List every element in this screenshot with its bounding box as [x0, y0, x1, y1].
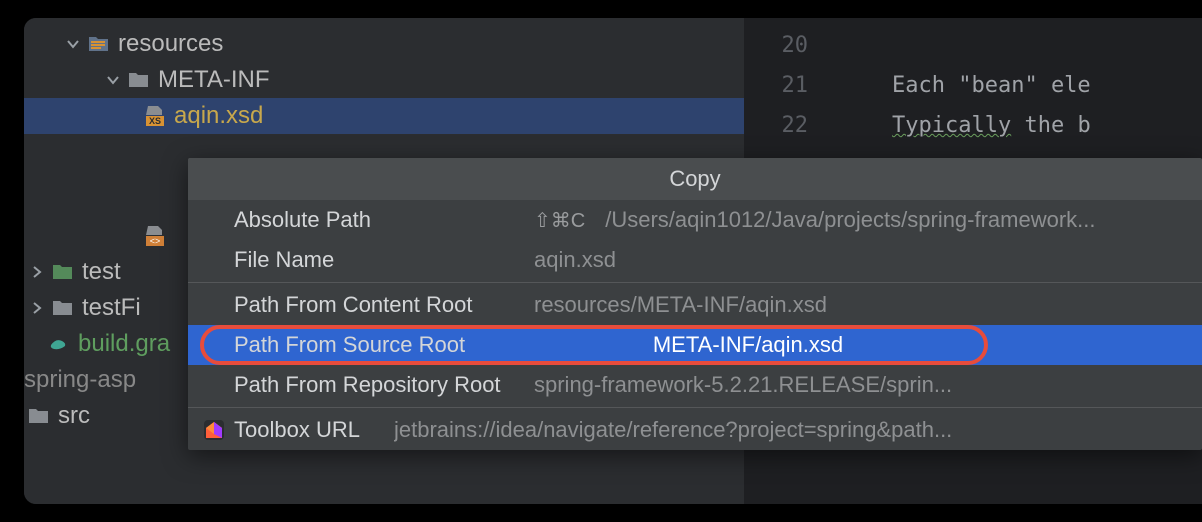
test-folder-icon — [52, 263, 74, 281]
menu-item-toolbox-url[interactable]: Toolbox URL jetbrains://idea/navigate/re… — [188, 410, 1202, 450]
chevron-right-icon — [28, 263, 46, 281]
folder-icon — [128, 71, 150, 89]
toolbox-icon — [202, 418, 226, 442]
menu-value: /Users/aqin1012/Java/projects/spring-fra… — [605, 207, 1182, 233]
menu-value: spring-framework-5.2.21.RELEASE/sprin... — [534, 372, 1182, 398]
menu-item-source-root[interactable]: Path From Source Root META-INF/aqin.xsd — [188, 325, 1202, 365]
menu-label: Path From Repository Root — [234, 372, 534, 398]
tree-label: resources — [118, 30, 223, 58]
menu-separator — [188, 407, 1202, 408]
menu-item-absolute-path[interactable]: Absolute Path ⇧⌘C /Users/aqin1012/Java/p… — [188, 200, 1202, 240]
tree-item-meta-inf[interactable]: META-INF — [24, 62, 744, 98]
code-file-icon: <> — [144, 226, 166, 246]
xsd-file-icon: XS — [144, 106, 166, 126]
menu-item-repository-root[interactable]: Path From Repository Root spring-framewo… — [188, 365, 1202, 405]
tree-item-resources[interactable]: resources — [24, 26, 744, 62]
folder-icon — [28, 407, 50, 425]
tree-label: src — [58, 402, 90, 430]
chevron-right-icon — [28, 299, 46, 317]
chevron-down-icon — [64, 35, 82, 53]
menu-value: aqin.xsd — [534, 247, 1182, 273]
tree-label: test — [82, 258, 121, 286]
resources-folder-icon — [88, 35, 110, 53]
menu-label: File Name — [234, 247, 534, 273]
menu-value: resources/META-INF/aqin.xsd — [534, 292, 1182, 318]
tree-item-aqin-xsd[interactable]: XS aqin.xsd — [24, 98, 744, 134]
tree-label: aqin.xsd — [174, 102, 263, 130]
tree-label: META-INF — [158, 66, 270, 94]
menu-item-file-name[interactable]: File Name aqin.xsd — [188, 240, 1202, 280]
menu-label: Path From Source Root — [234, 332, 534, 358]
menu-value: jetbrains://idea/navigate/reference?proj… — [394, 417, 1182, 443]
tree-label: testFi — [82, 294, 141, 322]
code-line: Typically the b — [892, 106, 1202, 146]
copy-context-menu: Copy Absolute Path ⇧⌘C /Users/aqin1012/J… — [188, 158, 1202, 450]
svg-text:<>: <> — [150, 236, 161, 246]
menu-label: Absolute Path — [234, 207, 534, 233]
line-number: 22 — [744, 106, 808, 146]
menu-separator — [188, 282, 1202, 283]
svg-text:XS: XS — [149, 116, 161, 126]
tree-label: spring-asp — [24, 366, 136, 394]
menu-item-content-root[interactable]: Path From Content Root resources/META-IN… — [188, 285, 1202, 325]
tree-label: build.gra — [78, 330, 170, 358]
menu-label: Path From Content Root — [234, 292, 534, 318]
menu-shortcut: ⇧⌘C — [534, 208, 585, 233]
menu-value: META-INF/aqin.xsd — [534, 332, 1182, 358]
chevron-down-icon — [104, 71, 122, 89]
folder-icon — [52, 299, 74, 317]
menu-label: Toolbox URL — [234, 417, 394, 443]
line-number: 20 — [744, 26, 808, 66]
code-line: Each "bean" ele — [892, 66, 1202, 106]
menu-title: Copy — [188, 158, 1202, 200]
line-number: 21 — [744, 66, 808, 106]
gradle-icon — [48, 334, 70, 354]
